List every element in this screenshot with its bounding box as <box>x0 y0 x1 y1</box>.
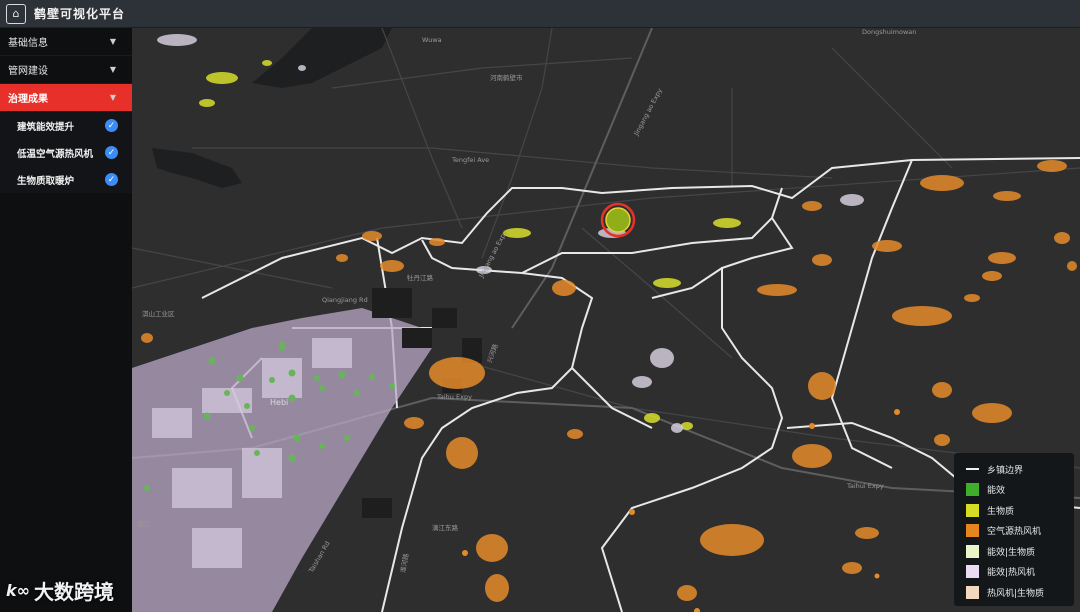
legend-swatch <box>966 483 979 497</box>
legend-label: 空气源热风机 <box>987 527 1042 538</box>
legend-item-efficiency-heater: 能效|热风机 <box>954 562 1074 583</box>
watermark-text: 大数跨境 <box>33 580 114 604</box>
check-icon[interactable]: ✓ <box>105 173 118 186</box>
layer-label: 建筑能效提升 <box>17 121 75 133</box>
legend-line-swatch <box>966 468 979 471</box>
map-label: Tengfei Ave <box>452 156 490 164</box>
lake-shape <box>152 148 242 188</box>
legend-item-heater-biomass: 热风机|生物质 <box>954 582 1074 603</box>
map-label: 牡丹江路 <box>407 274 433 282</box>
menu-basic-info[interactable]: 基础信息 ▼ <box>0 28 132 56</box>
layer-air-source-heater[interactable]: 低温空气源热风机 ✓ <box>0 139 132 166</box>
legend-label: 能效|生物质 <box>987 547 1036 558</box>
legend-swatch <box>966 565 979 579</box>
legend-label: 生物质 <box>987 506 1015 517</box>
selected-location-marker <box>600 202 636 238</box>
legend-item-boundary: 乡镇边界 <box>954 459 1074 480</box>
legend-label: 能效 <box>987 486 1006 497</box>
building-logo-icon: ⌂ <box>6 3 26 24</box>
menu-label: 治理成果 <box>8 94 48 105</box>
check-icon[interactable]: ✓ <box>105 119 118 132</box>
watermark: k∞ 大数跨境 <box>6 576 114 605</box>
map-legend: 乡镇边界 能效 生物质 空气源热风机 能效|生物质 能效|热风机 热风机|生物质 <box>954 453 1074 606</box>
map-label: 漓江东路 <box>432 524 458 532</box>
map-label: Wuwa <box>422 36 442 44</box>
legend-swatch <box>966 544 979 558</box>
top-bar: ⌂ 鹤壁可视化平台 <box>0 0 1080 28</box>
map-canvas[interactable] <box>132 28 1080 612</box>
map-label: Taihu Expy <box>437 393 472 401</box>
legend-label: 能效|热风机 <box>987 568 1036 579</box>
caret-down-icon: ▼ <box>109 37 116 46</box>
menu-pipe-network[interactable]: 管网建设 ▼ <box>0 56 132 84</box>
caret-down-icon: ▼ <box>109 65 116 74</box>
map-label: Dongshuimowan <box>862 28 917 36</box>
menu-governance-results[interactable]: 治理成果 ▼ <box>0 84 132 112</box>
legend-label: 乡镇边界 <box>987 465 1024 476</box>
legend-item-air-source: 空气源热风机 <box>954 521 1074 542</box>
check-icon[interactable]: ✓ <box>105 146 118 159</box>
map-label: Taihui Expy <box>847 482 884 490</box>
layer-building-efficiency[interactable]: 建筑能效提升 ✓ <box>0 112 132 139</box>
sidebar: 基础信息 ▼ 管网建设 ▼ 治理成果 ▼ 建筑能效提升 ✓ 低温空气源热风机 ✓… <box>0 28 132 612</box>
legend-swatch <box>966 503 979 517</box>
legend-swatch <box>966 585 979 599</box>
menu-label: 基础信息 <box>8 38 48 49</box>
legend-swatch <box>966 524 979 538</box>
layer-label: 低温空气源热风机 <box>17 148 94 160</box>
legend-item-efficiency-biomass: 能效|生物质 <box>954 541 1074 562</box>
map-label-city: Hebi <box>270 398 289 407</box>
map-label: 河南鹤壁市 <box>490 74 523 82</box>
legend-label: 热风机|生物质 <box>987 588 1045 599</box>
k-logo-icon: k∞ <box>6 581 30 600</box>
caret-down-icon: ▼ <box>109 93 116 102</box>
app-title: 鹤壁可视化平台 <box>34 7 126 21</box>
layer-label: 生物质取暖炉 <box>17 175 75 187</box>
menu-label: 管网建设 <box>8 66 48 77</box>
map-label: 淇山工业区 <box>142 310 175 318</box>
reservoir-shape <box>252 28 392 88</box>
layer-biomass-stove[interactable]: 生物质取暖炉 ✓ <box>0 166 132 193</box>
map-label: 淇江 <box>137 520 150 528</box>
map-view[interactable]: Wuwa Dongshuimowan 河南鹤壁市 Tengfei Ave Jin… <box>132 28 1080 612</box>
legend-item-efficiency: 能效 <box>954 480 1074 501</box>
map-label: Qiangjiang Rd <box>322 296 368 304</box>
legend-item-biomass: 生物质 <box>954 500 1074 521</box>
heater-point-markers <box>462 409 900 612</box>
